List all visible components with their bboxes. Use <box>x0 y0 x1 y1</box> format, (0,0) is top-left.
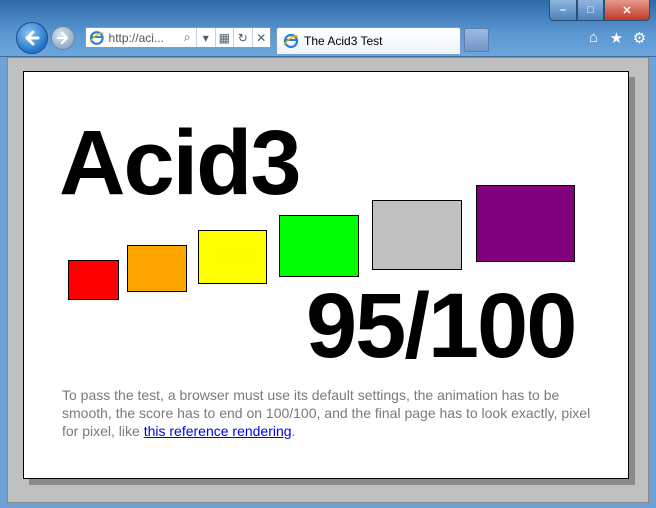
command-icons: ⌂ ★ ⚙ <box>585 29 648 47</box>
compatibility-view-icon[interactable]: ▦ <box>214 28 234 47</box>
dropdown-icon[interactable]: ▾ <box>196 28 215 47</box>
address-bar[interactable]: http://aci... ⌕ ▾ ▦ ↻ ✕ <box>85 27 271 48</box>
page-viewport: Acid3 95/100 To pass the test, a browser… <box>7 57 649 503</box>
window-caption-buttons: – □ ✕ <box>549 0 650 21</box>
lime-box <box>279 215 359 277</box>
description-end: . <box>291 423 296 439</box>
ie-page-icon <box>89 30 104 45</box>
page-title: Acid3 <box>59 112 302 214</box>
yellow-box <box>198 230 267 284</box>
tools-gear-icon[interactable]: ⚙ <box>631 29 648 47</box>
favorites-star-icon[interactable]: ★ <box>608 29 625 47</box>
acid3-page: Acid3 95/100 To pass the test, a browser… <box>23 71 629 479</box>
description-paragraph: To pass the test, a browser must use its… <box>62 386 602 440</box>
stop-icon[interactable]: ✕ <box>251 28 271 47</box>
close-window-button[interactable]: ✕ <box>604 0 650 21</box>
purple-box <box>476 185 575 262</box>
home-icon[interactable]: ⌂ <box>585 29 602 47</box>
tab-acid3[interactable]: The Acid3 Test <box>276 27 461 54</box>
new-tab-button[interactable] <box>464 28 489 52</box>
maximize-button[interactable]: □ <box>577 0 604 21</box>
reference-rendering-link[interactable]: this reference rendering <box>144 423 292 439</box>
browser-toolbar: – □ ✕ http://aci... ⌕ ▾ ▦ ↻ ✕ The Acid3 … <box>0 0 656 57</box>
forward-arrow-icon <box>56 31 69 45</box>
score-text: 95/100 <box>306 275 577 377</box>
tab-title: The Acid3 Test <box>304 34 383 48</box>
refresh-icon[interactable]: ↻ <box>233 28 252 47</box>
forward-button[interactable] <box>51 26 75 50</box>
search-icon[interactable]: ⌕ <box>179 28 197 47</box>
minimize-button[interactable]: – <box>549 0 577 21</box>
ie-tab-icon <box>283 33 299 49</box>
silver-box <box>372 200 462 270</box>
address-url[interactable]: http://aci... <box>109 31 179 45</box>
red-box <box>68 260 119 300</box>
back-button[interactable] <box>16 22 48 54</box>
description-text: To pass the test, a browser must use its… <box>62 387 591 439</box>
back-arrow-icon <box>25 30 40 46</box>
browser-window: – □ ✕ http://aci... ⌕ ▾ ▦ ↻ ✕ The Acid3 … <box>0 0 656 508</box>
orange-box <box>127 245 187 292</box>
